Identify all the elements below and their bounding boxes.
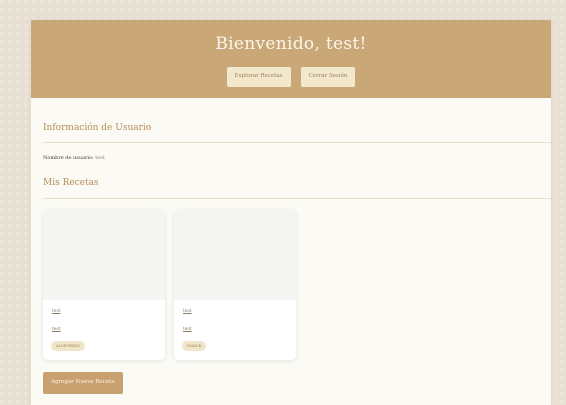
- username-label: Nombre de usuario:: [43, 155, 94, 161]
- my-recipes-divider: [43, 198, 551, 199]
- recipe-description[interactable]: test: [183, 327, 192, 332]
- main-panel: Bienvenido, test! Explorar Recetas Cerra…: [31, 20, 551, 405]
- recipe-image-placeholder: [174, 210, 296, 300]
- recipe-card[interactable]: test test SNACK: [174, 210, 296, 360]
- add-recipe-button[interactable]: Agregar Nueva Receta: [43, 372, 123, 394]
- category-badge: SNACK: [182, 341, 207, 351]
- recipe-title-link[interactable]: test: [183, 309, 192, 314]
- user-info-divider: [43, 142, 551, 143]
- user-info-title: Información de Usuario: [43, 123, 152, 133]
- recipe-card[interactable]: test test ALMUERZO: [43, 210, 165, 360]
- welcome-header: Bienvenido, test! Explorar Recetas Cerra…: [31, 20, 551, 98]
- category-badge: ALMUERZO: [51, 341, 85, 351]
- logout-button[interactable]: Cerrar Sesión: [300, 67, 356, 87]
- welcome-title: Bienvenido, test!: [215, 34, 367, 54]
- my-recipes-title: Mis Recetas: [43, 178, 99, 188]
- username-value: test: [95, 155, 105, 161]
- recipe-title-link[interactable]: test: [52, 309, 61, 314]
- header-buttons: Explorar Recetas Cerrar Sesión: [31, 67, 551, 87]
- recipe-description[interactable]: test: [52, 327, 61, 332]
- username-line: Nombre de usuario: test: [43, 155, 105, 161]
- recipe-image-placeholder: [43, 210, 165, 300]
- explore-recipes-button[interactable]: Explorar Recetas: [226, 67, 291, 87]
